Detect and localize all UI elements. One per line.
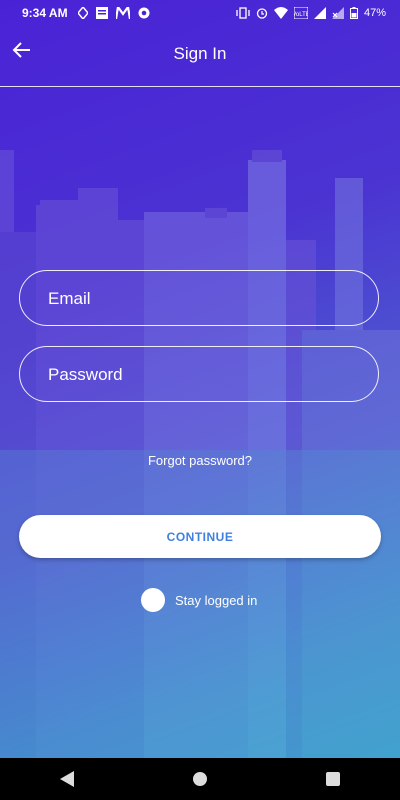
battery-percent: 47%	[363, 7, 386, 19]
back-triangle-icon	[59, 771, 74, 787]
email-field-container[interactable]	[19, 270, 379, 326]
signal-x-icon	[331, 7, 344, 19]
stay-logged-in-toggle[interactable]: Stay logged in	[141, 588, 257, 612]
alarm-icon	[256, 8, 268, 19]
stay-logged-in-label: Stay logged in	[175, 592, 258, 608]
password-input[interactable]	[46, 347, 350, 402]
home-circle-icon	[192, 772, 207, 786]
vibrate-icon	[236, 7, 250, 19]
password-field-container[interactable]	[19, 346, 379, 402]
email-input[interactable]	[46, 271, 350, 326]
stay-logged-in-radio[interactable]	[141, 588, 165, 612]
nav-back-button[interactable]	[47, 758, 87, 800]
continue-button[interactable]: CONTINUE	[19, 515, 381, 558]
nav-home-button[interactable]	[180, 758, 220, 800]
status-time: 9:34 AM	[22, 6, 68, 20]
status-right-icons: VoLTE 47%	[236, 0, 386, 26]
svg-text:VoLTE: VoLTE	[294, 12, 308, 18]
status-left-icons	[77, 7, 150, 19]
page-title: Sign In	[173, 44, 227, 63]
wifi-icon	[273, 7, 288, 19]
chrome-icon	[138, 7, 150, 19]
data-saver-icon	[77, 7, 88, 19]
battery-icon	[349, 7, 358, 19]
m-app-icon	[115, 7, 130, 19]
nav-recents-button[interactable]	[313, 758, 353, 800]
news-icon	[95, 7, 108, 19]
forgot-password-link[interactable]: Forgot password?	[0, 453, 400, 468]
app-bar: Sign In	[0, 26, 400, 87]
sign-in-screen: 9:34 AM VoLTE 47% Sign In Forgot pa	[0, 0, 400, 758]
signal-icon	[313, 7, 326, 19]
system-nav-bar	[0, 758, 400, 800]
status-bar: 9:34 AM VoLTE 47%	[0, 0, 400, 26]
recents-square-icon	[326, 772, 341, 786]
volte-icon: VoLTE	[293, 7, 308, 19]
